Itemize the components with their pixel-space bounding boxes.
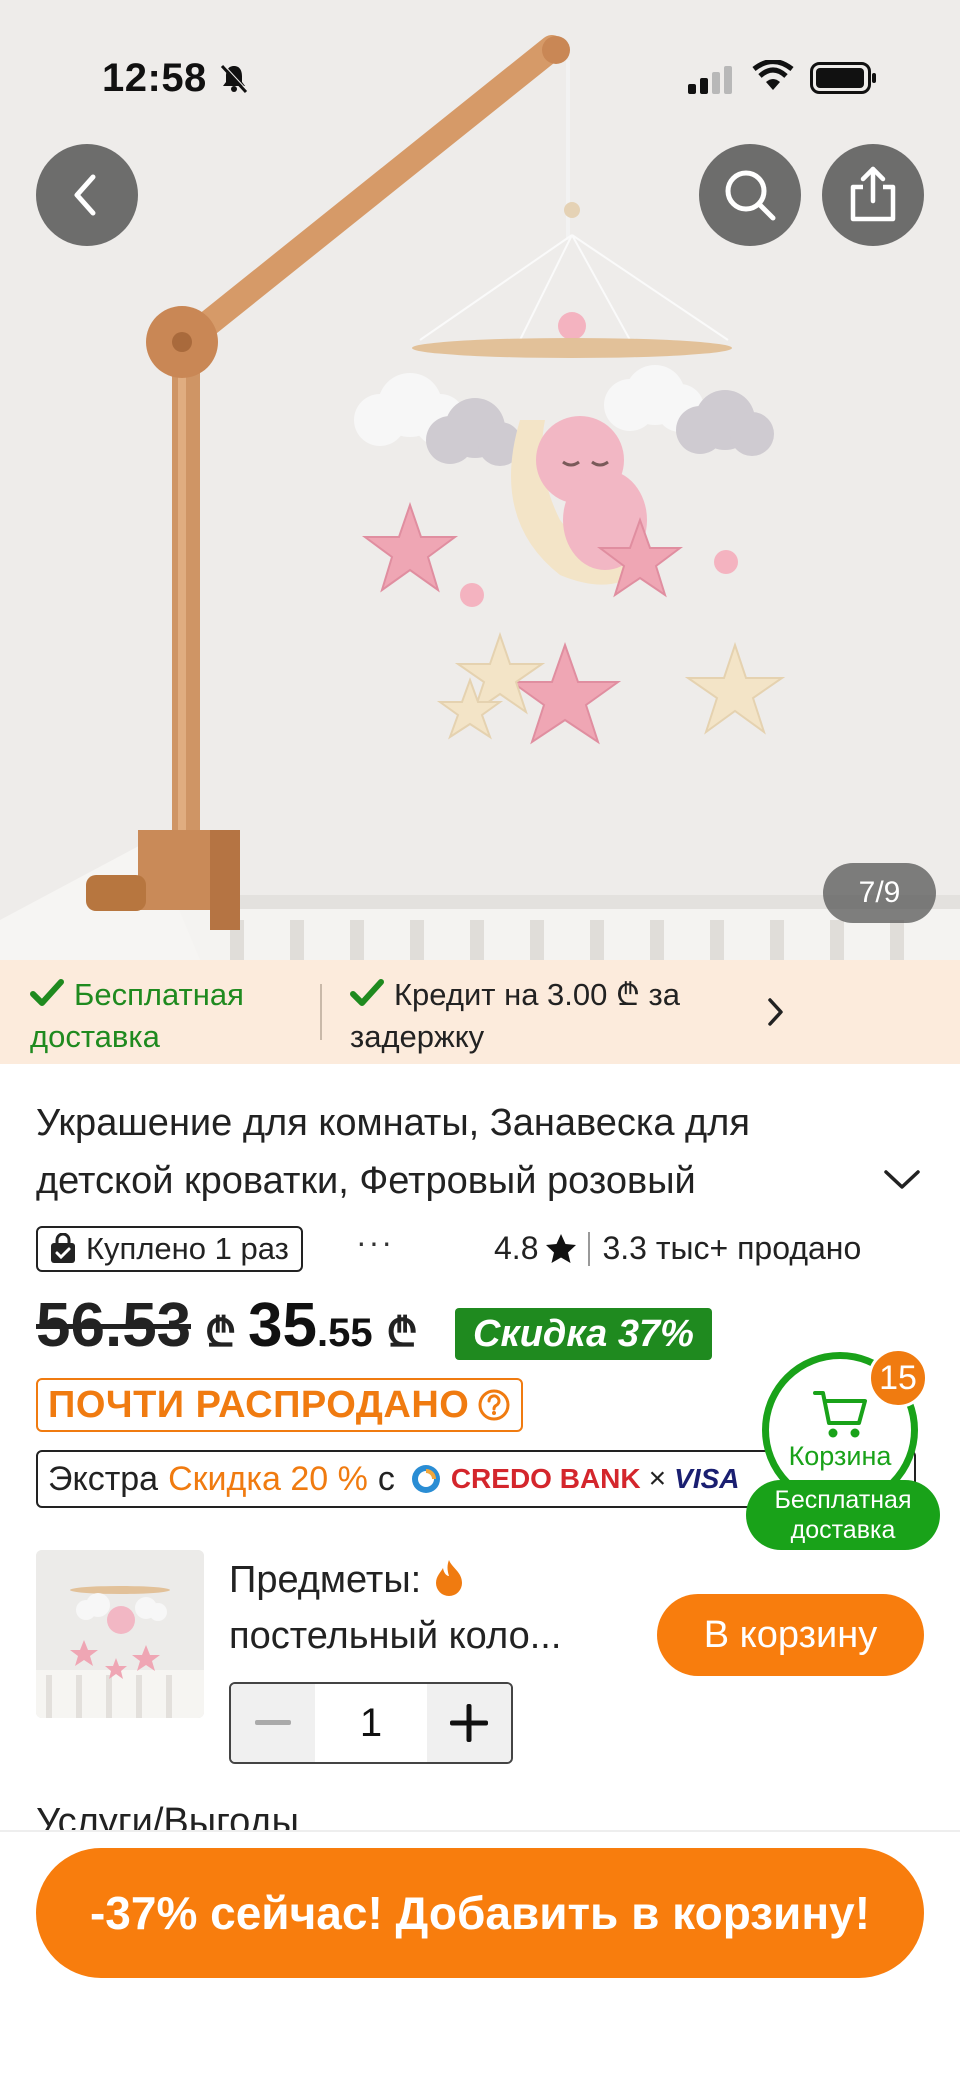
credo-bank-icon xyxy=(411,1465,440,1493)
more-button[interactable]: ··· xyxy=(356,1224,394,1261)
price-decimal: .55 xyxy=(316,1311,373,1355)
share-icon xyxy=(850,166,896,222)
services-heading: Услуги/Выгоды xyxy=(36,1801,299,1832)
extra-prefix: Экстра xyxy=(48,1459,159,1498)
product-title: Украшение для комнаты, Занавеска для дет… xyxy=(36,1102,750,1202)
almost-sold-out-text: ПОЧТИ РАСПРОДАНО xyxy=(48,1383,470,1426)
status-bar: 12:58 xyxy=(0,52,960,112)
star-icon xyxy=(546,1233,577,1263)
minus-icon xyxy=(255,1720,291,1725)
discount-badge: Скидка 37% xyxy=(455,1308,712,1360)
chevron-left-icon xyxy=(74,174,96,216)
sku-thumbnail-image xyxy=(36,1550,204,1718)
extra-discount-value: Скидка 20 % xyxy=(168,1459,368,1498)
extra-with: с xyxy=(377,1459,395,1498)
chevron-right-icon xyxy=(768,998,783,1026)
sku-label-value: постельный коло... xyxy=(229,1615,562,1657)
cellular-signal-icon xyxy=(688,66,732,94)
bought-badge: Куплено 1 раз xyxy=(36,1226,303,1272)
credit-text: Кредит на 3.00 ₾ за задержку xyxy=(350,977,680,1054)
price-row: 56.53 ₾ 35 .55 ₾ xyxy=(36,1290,429,1362)
chevron-down-icon[interactable] xyxy=(882,1168,922,1192)
old-price: 56.53 xyxy=(36,1291,192,1360)
benefits-divider xyxy=(320,984,322,1040)
share-button[interactable] xyxy=(822,144,924,246)
battery-icon xyxy=(810,62,876,94)
product-image-gallery[interactable]: 12:58 7/9 xyxy=(0,0,960,960)
question-icon xyxy=(478,1389,510,1421)
search-button[interactable] xyxy=(699,144,801,246)
rating-value: 4.8 xyxy=(494,1230,539,1266)
benefits-bar[interactable]: Бесплатная доставка Кредит на 3.00 ₾ за … xyxy=(0,960,960,1064)
sku-label-title: Предметы: xyxy=(229,1559,422,1601)
add-to-cart-button[interactable]: В корзину xyxy=(657,1594,924,1676)
add-to-cart-cta[interactable]: -37% сейчас! Добавить в корзину! xyxy=(36,1848,924,1978)
check-icon xyxy=(350,979,384,1006)
increase-quantity-button[interactable] xyxy=(427,1684,511,1762)
sku-selector[interactable]: Предметы: постельный коло... xyxy=(229,1552,629,1664)
sold-count: 3.3 тыс+ продано xyxy=(602,1230,862,1266)
free-shipping-benefit: Бесплатная доставка xyxy=(30,974,320,1058)
wifi-icon xyxy=(752,60,794,90)
currency-symbol: ₾ xyxy=(386,1311,418,1355)
almost-sold-out-badge[interactable]: ПОЧТИ РАСПРОДАНО xyxy=(36,1378,524,1432)
currency-symbol: ₾ xyxy=(205,1311,236,1355)
search-icon xyxy=(725,170,776,221)
bought-text: Куплено 1 раз xyxy=(86,1231,289,1266)
credit-benefit: Кредит на 3.00 ₾ за задержку xyxy=(350,974,770,1058)
back-button[interactable] xyxy=(36,144,138,246)
rating-separator xyxy=(588,1231,591,1266)
product-photo xyxy=(0,0,960,960)
price-integer: 35 xyxy=(248,1291,317,1360)
cart-count-badge: 15 xyxy=(868,1348,928,1408)
quantity-value[interactable]: 1 xyxy=(315,1684,427,1762)
cart-free-shipping-pill: Бесплатная доставка xyxy=(746,1480,940,1550)
bank-name: CREDO BANK xyxy=(450,1463,641,1494)
cart-icon xyxy=(813,1391,867,1438)
quantity-stepper: 1 xyxy=(229,1682,513,1764)
silent-bell-icon xyxy=(220,64,249,94)
status-time: 12:58 xyxy=(102,56,207,100)
times-sign: × xyxy=(648,1462,667,1495)
plus-icon xyxy=(450,1704,488,1742)
fire-icon xyxy=(435,1560,462,1596)
credo-bank-logo: CREDO BANK xyxy=(409,1462,641,1496)
sku-thumbnail[interactable] xyxy=(36,1550,204,1718)
visa-logo: VISA xyxy=(674,1463,740,1494)
check-icon xyxy=(30,979,64,1006)
decrease-quantity-button[interactable] xyxy=(231,1684,315,1762)
rating-summary[interactable]: 4.8 3.3 тыс+ продано xyxy=(494,1230,861,1267)
image-counter: 7/9 xyxy=(823,863,936,923)
shopping-bag-icon xyxy=(51,1233,75,1263)
cart-label: Корзина xyxy=(788,1441,892,1471)
